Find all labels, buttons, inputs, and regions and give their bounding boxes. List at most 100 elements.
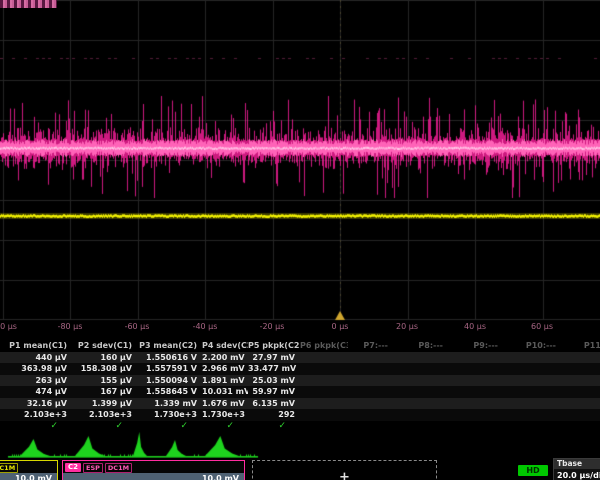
measurement-cell: 1.550094 V xyxy=(137,375,202,387)
measurement-cell xyxy=(448,375,503,387)
measurement-cell xyxy=(561,375,600,387)
time-tick-label: 0 µs xyxy=(332,322,349,331)
measurement-cell xyxy=(300,386,348,398)
time-tick-label: 20 µs xyxy=(396,322,418,331)
measurement-cell xyxy=(503,398,561,410)
measurement-cell: ✓ xyxy=(72,421,137,433)
measurement-cell xyxy=(348,375,393,387)
measurement-cell: 292 xyxy=(248,409,300,421)
measurement-column-header[interactable]: P1 mean(C1) xyxy=(0,340,72,352)
measurement-table: P1 mean(C1)P2 sdev(C1)P3 mean(C2)P4 sdev… xyxy=(0,340,600,432)
measurement-column-header[interactable]: P3 mean(C2) xyxy=(137,340,202,352)
measurement-row: 474 µV167 µV1.558645 V10.031 mV59.97 mV xyxy=(0,386,600,398)
timebase-descriptor[interactable]: Tbase 20.0 µs/div xyxy=(553,458,600,480)
measurement-cell xyxy=(348,386,393,398)
add-trace-button[interactable]: + xyxy=(252,460,437,480)
measurement-cell xyxy=(503,375,561,387)
measurement-cell xyxy=(561,421,600,433)
measurement-row: 363.98 µV158.308 µV1.557591 V2.966 mV33.… xyxy=(0,363,600,375)
measurement-cell: 363.98 µV xyxy=(0,363,72,375)
measurement-cell xyxy=(561,363,600,375)
measurement-cell xyxy=(393,409,448,421)
measurement-cell xyxy=(503,386,561,398)
measurement-cell xyxy=(393,398,448,410)
c2-vertical-scale: 10.0 mV xyxy=(63,473,244,480)
time-tick-label: 60 µs xyxy=(531,322,553,331)
measurement-row: 2.103e+32.103e+31.730e+31.730e+3292 xyxy=(0,409,600,421)
measurement-cell: 25.03 mV xyxy=(248,375,300,387)
measurement-cell: 2.103e+3 xyxy=(72,409,137,421)
time-tick-label: 40 µs xyxy=(464,322,486,331)
measurement-column-header[interactable]: P7:--- xyxy=(348,340,393,352)
measurement-cell xyxy=(448,386,503,398)
measurement-column-header[interactable]: P2 sdev(C1) xyxy=(72,340,137,352)
measurement-cell: ✓ xyxy=(137,421,202,433)
measurement-column-header[interactable]: P8:--- xyxy=(393,340,448,352)
timebase-value: 20.0 µs/div xyxy=(554,469,600,480)
timebase-title: Tbase xyxy=(554,459,600,469)
measurement-cell xyxy=(348,421,393,433)
measurement-cell: 263 µV xyxy=(0,375,72,387)
measurement-cell xyxy=(300,363,348,375)
measurement-column-header[interactable]: P5 pkpk(C2) xyxy=(248,340,300,352)
time-axis: -100 µs-80 µs-60 µs-40 µs-20 µs0 µs20 µs… xyxy=(0,321,600,334)
measurement-cell: ✓ xyxy=(248,421,300,433)
measurement-cell xyxy=(503,421,561,433)
measurement-cell xyxy=(448,352,503,364)
time-tick-label: -80 µs xyxy=(58,322,83,331)
time-tick-label: -40 µs xyxy=(193,322,218,331)
measurement-cell: 2.966 mV xyxy=(202,363,248,375)
measurement-cell: 2.200 mV xyxy=(202,352,248,364)
measurement-column-header[interactable]: P4 sdev(C2) xyxy=(202,340,248,352)
measurement-cell: 2.103e+3 xyxy=(0,409,72,421)
measurement-cell xyxy=(561,386,600,398)
channel-c2-descriptor[interactable]: C2 ESP DC1M 10.0 mV xyxy=(62,460,245,480)
measurement-cell xyxy=(448,398,503,410)
hd-mode-indicator[interactable]: HD 12 Bits xyxy=(513,458,553,480)
measurement-histicons[interactable] xyxy=(0,432,600,458)
measurement-cell: 474 µV xyxy=(0,386,72,398)
measurement-cell xyxy=(300,409,348,421)
measurement-row: 440 µV160 µV1.550616 V2.200 mV27.97 mV xyxy=(0,352,600,364)
measurement-cell xyxy=(348,409,393,421)
measurement-column-header[interactable]: P9:--- xyxy=(448,340,503,352)
channel-c1-descriptor[interactable]: C1 DC1M 10.0 mV xyxy=(0,460,58,480)
measurement-cell xyxy=(503,352,561,364)
measurement-cell: 1.339 mV xyxy=(137,398,202,410)
plus-icon: + xyxy=(339,470,350,480)
measurement-row: 263 µV155 µV1.550094 V1.891 mV25.03 mV xyxy=(0,375,600,387)
measurement-cell xyxy=(393,421,448,433)
measurement-cell: 440 µV xyxy=(0,352,72,364)
measurement-cell: 155 µV xyxy=(72,375,137,387)
measurement-cell xyxy=(348,398,393,410)
waveform-grid[interactable] xyxy=(0,0,600,322)
measurement-cell xyxy=(300,398,348,410)
measurement-cell xyxy=(561,409,600,421)
measurement-row: ✓✓✓✓✓ xyxy=(0,421,600,433)
measurement-cell: 59.97 mV xyxy=(248,386,300,398)
measurement-cell xyxy=(393,375,448,387)
time-tick-label: -20 µs xyxy=(260,322,285,331)
measurement-cell xyxy=(503,363,561,375)
measurement-cell xyxy=(300,421,348,433)
measurement-cell: 1.730e+3 xyxy=(137,409,202,421)
time-tick-label: -100 µs xyxy=(0,322,17,331)
measurement-cell xyxy=(503,409,561,421)
measurement-row: 32.16 µV1.399 µV1.339 mV1.676 mV6.135 mV xyxy=(0,398,600,410)
c2-coupling-badge: DC1M xyxy=(105,463,132,473)
measurement-column-header[interactable]: P10:--- xyxy=(503,340,561,352)
measurement-cell: 27.97 mV xyxy=(248,352,300,364)
measurement-header-row: P1 mean(C1)P2 sdev(C1)P3 mean(C2)P4 sdev… xyxy=(0,340,600,352)
hd-badge: HD xyxy=(518,465,547,476)
measurement-column-header[interactable]: P11:--- xyxy=(561,340,600,352)
measurement-cell xyxy=(448,363,503,375)
measurement-cell: 1.558645 V xyxy=(137,386,202,398)
measurement-cell xyxy=(448,421,503,433)
bottom-descriptor-bar: C1 DC1M 10.0 mV C2 ESP DC1M 10.0 mV + HD… xyxy=(0,457,600,480)
measurement-cell xyxy=(393,386,448,398)
measurement-cell: 1.730e+3 xyxy=(202,409,248,421)
measurement-column-header[interactable]: P6 pkpk(C3) xyxy=(300,340,348,352)
measurement-cell xyxy=(348,352,393,364)
c1-coupling-badge: DC1M xyxy=(0,463,18,473)
measurement-cell: 158.308 µV xyxy=(72,363,137,375)
